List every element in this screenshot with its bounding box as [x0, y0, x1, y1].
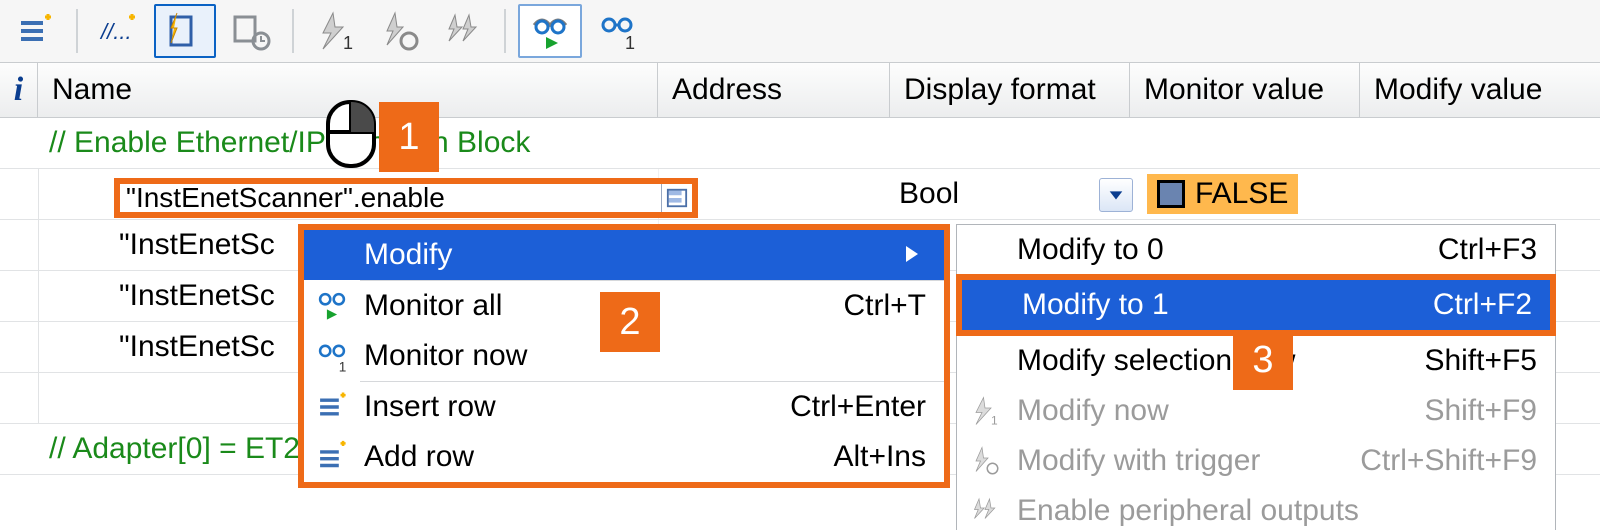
submenu-item-enable-peripheral: Enable peripheral outputs: [957, 486, 1555, 530]
selected-name-cell[interactable]: "InstEnetScanner".enable: [114, 178, 698, 218]
menu-shortcut: Alt+Ins: [833, 440, 944, 474]
insert-row-menu-icon: [304, 390, 360, 424]
flash-time-icon: [957, 446, 1013, 476]
monitor-now-icon: 1: [304, 339, 360, 373]
step-badge-2: 2: [600, 292, 660, 352]
col-address[interactable]: Address: [658, 63, 890, 117]
menu-label: Modify to 1: [1018, 288, 1433, 322]
menu-label: Enable peripheral outputs: [1013, 494, 1555, 528]
svg-text:1: 1: [339, 359, 347, 373]
dropdown-arrow-icon[interactable]: [1099, 178, 1133, 212]
var-name: "InstEnetSc: [119, 330, 275, 364]
comment-text: // Enable Ethernet/IP Function Block: [39, 126, 530, 160]
monitor-goggles-play-icon[interactable]: [518, 4, 582, 58]
column-headers: i Name Address Display format Monitor va…: [0, 62, 1600, 118]
flash-multi-icon: [957, 496, 1013, 526]
svg-text://...: //...: [99, 19, 132, 44]
submenu-highlight: Modify to 1 Ctrl+F2: [956, 274, 1556, 336]
add-row-menu-icon: [304, 440, 360, 474]
comment-row-1: // Enable Ethernet/IP Function Block: [0, 118, 1600, 169]
context-menu: Modify Monitor all Ctrl+T 1 Monitor now …: [298, 224, 950, 488]
submenu-item-modify-0[interactable]: Modify to 0 Ctrl+F3: [957, 225, 1555, 275]
menu-item-insert-row[interactable]: Insert row Ctrl+Enter: [304, 382, 944, 432]
flash-multi-icon[interactable]: [434, 6, 492, 56]
comment-icon[interactable]: //...: [90, 6, 148, 56]
submenu-item-modify-1[interactable]: Modify to 1 Ctrl+F2: [962, 280, 1550, 330]
submenu-item-modify-now: 1 Modify now Shift+F9: [957, 386, 1555, 436]
svg-text:1: 1: [343, 33, 353, 51]
var-name: "InstEnetSc: [119, 228, 275, 262]
menu-shortcut: Shift+F9: [1424, 394, 1555, 428]
toolbar: //... 1 1: [0, 0, 1600, 62]
trigger-active-icon[interactable]: [154, 4, 216, 58]
step-badge-3: 3: [1233, 330, 1293, 390]
menu-label: Add row: [360, 440, 833, 474]
monitor-value-cell: FALSE: [1147, 174, 1298, 214]
step-badge-1: 1: [379, 102, 439, 172]
submenu-item-modify-trigger: Modify with trigger Ctrl+Shift+F9: [957, 436, 1555, 486]
menu-label: Modify with trigger: [1013, 444, 1360, 478]
mouse-right-click-icon: [322, 96, 380, 179]
flash-time-icon[interactable]: [370, 6, 428, 56]
flash-1-icon[interactable]: 1: [306, 6, 364, 56]
variable-name-input[interactable]: "InstEnetScanner".enable: [120, 182, 661, 214]
menu-shortcut: Ctrl+F2: [1433, 288, 1550, 322]
monitor-all-icon: [304, 289, 360, 323]
tag-browser-icon[interactable]: [661, 184, 692, 212]
trigger-time-icon[interactable]: [222, 6, 280, 56]
menu-shortcut: Shift+F5: [1424, 344, 1555, 378]
col-info[interactable]: i: [0, 63, 38, 117]
monitor-value: FALSE: [1195, 177, 1288, 211]
menu-shortcut: Ctrl+Enter: [790, 390, 944, 424]
submenu-arrow-icon: [904, 238, 944, 272]
menu-item-modify[interactable]: Modify: [304, 230, 944, 280]
var-name: "InstEnetSc: [119, 279, 275, 313]
svg-text:1: 1: [625, 33, 635, 51]
col-monitor[interactable]: Monitor value: [1130, 63, 1360, 117]
menu-label: Modify to 0: [1013, 233, 1438, 267]
flash-1-icon: 1: [957, 396, 1013, 426]
menu-label: Modify selection now: [1013, 344, 1424, 378]
menu-shortcut: Ctrl+Shift+F9: [1360, 444, 1555, 478]
display-format-value: Bool: [899, 177, 959, 211]
col-display[interactable]: Display format: [890, 63, 1130, 117]
menu-shortcut: Ctrl+F3: [1438, 233, 1555, 267]
menu-label: Modify: [360, 238, 904, 272]
display-format-dropdown[interactable]: Bool: [899, 174, 1139, 214]
svg-text:1: 1: [991, 414, 998, 427]
comment-text: // Adapter[0] = ET200: [39, 432, 333, 466]
menu-item-add-row[interactable]: Add row Alt+Ins: [304, 432, 944, 482]
col-modify[interactable]: Modify value: [1360, 63, 1600, 117]
insert-row-icon[interactable]: [6, 6, 64, 56]
menu-shortcut: Ctrl+T: [844, 289, 945, 323]
menu-label: Modify now: [1013, 394, 1424, 428]
monitor-goggles-1-icon[interactable]: 1: [588, 6, 646, 56]
bool-indicator-icon: [1157, 180, 1185, 208]
menu-label: Insert row: [360, 390, 790, 424]
